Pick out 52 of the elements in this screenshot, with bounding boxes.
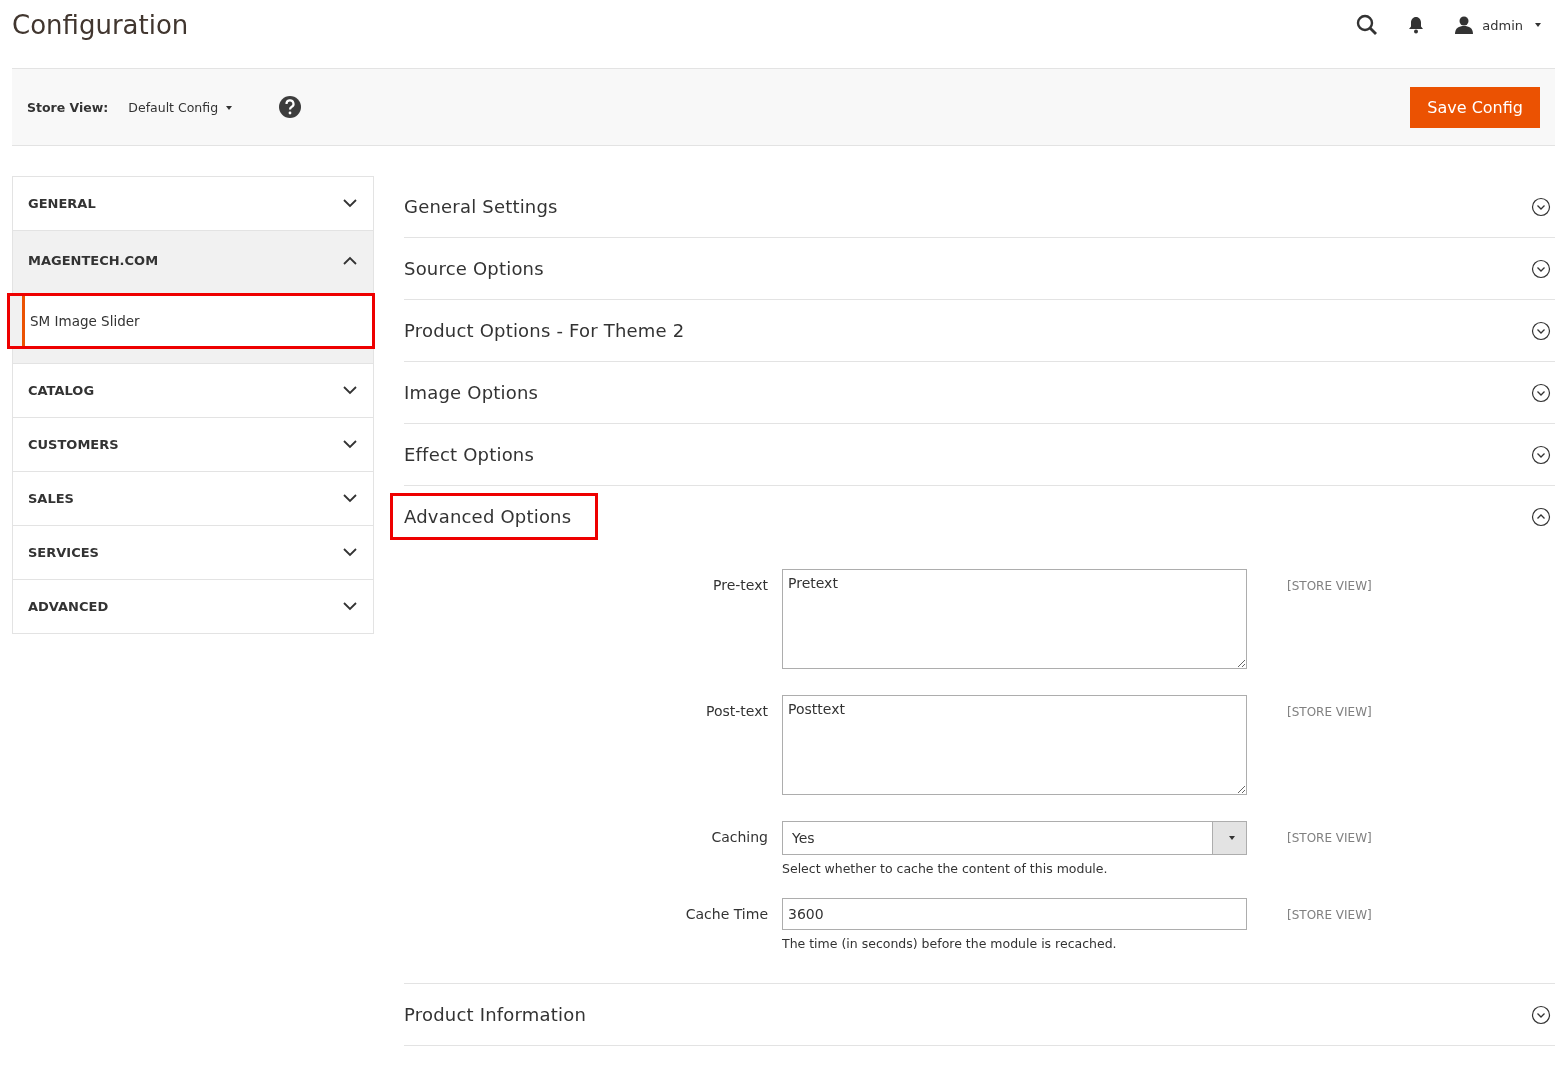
chevron-icon[interactable] [343,548,357,557]
store-view-dropdown[interactable]: Default Config [128,99,233,115]
section-title[interactable]: Product Options - For Theme 2 [390,307,712,354]
bell-icon[interactable] [1408,16,1425,34]
page-title: Configuration [12,10,189,40]
sidebar-group[interactable]: ADVANCED [13,579,373,633]
collapse-toggle-icon[interactable] [1531,506,1551,527]
chevron-icon[interactable] [343,255,357,265]
section-title[interactable]: Product Information [390,991,614,1038]
sidebar-group[interactable]: SERVICES [13,525,373,579]
chevron-icon[interactable] [343,386,357,395]
sidebar-group[interactable]: SALES [13,471,373,525]
collapse-toggle-icon[interactable] [1531,382,1551,403]
search-icon[interactable] [1356,14,1379,36]
scope-label: [STORE VIEW] [1287,907,1372,922]
collapse-toggle-icon[interactable] [1531,320,1551,341]
chevron-icon[interactable] [343,602,357,611]
scope-label: [STORE VIEW] [1287,704,1372,719]
collapse-toggle-icon[interactable] [1531,1004,1551,1025]
section-title[interactable]: Advanced Options [390,493,599,540]
field-label: Caching [710,828,769,845]
scope-label: [STORE VIEW] [1287,830,1372,845]
chevron-icon[interactable] [343,494,357,503]
collapse-toggle-icon[interactable] [1531,444,1551,465]
chevron-icon[interactable] [343,440,357,449]
help-icon[interactable] [278,95,303,119]
text-area[interactable]: Pretext [782,569,1247,669]
select-field[interactable]: Yes [782,821,1247,855]
store-view-label: Store View: [27,99,109,115]
field-note: Select whether to cache the content of this module. [782,861,1109,876]
user-menu[interactable]: admin [1454,16,1541,34]
collapse-toggle-icon[interactable] [1531,196,1551,217]
field-note: The time (in seconds) before the module is recached. [782,936,1118,951]
section-title[interactable]: Effect Options [390,431,562,478]
text-area[interactable]: Posttext [782,695,1247,795]
field-label: Cache Time [684,905,769,922]
sidebar-group[interactable]: CUSTOMERS [13,417,373,471]
sidebar-group[interactable]: MAGENTECH.COM [13,230,373,289]
scope-label: [STORE VIEW] [1287,578,1372,593]
user-icon[interactable] [1454,16,1475,34]
section-title[interactable]: Image Options [390,369,566,416]
sidebar-group[interactable]: CATALOG [13,363,373,417]
save-config-button[interactable]: Save Config [1410,86,1540,128]
section-title[interactable]: Source Options [390,245,571,292]
input-field[interactable]: 3600 [782,898,1247,930]
sidebar-group[interactable]: GENERAL [13,177,373,230]
field-label: Pre-text [712,576,769,593]
collapse-toggle-icon[interactable] [1531,258,1551,279]
field-label: Post-text [705,702,769,719]
sidebar-item[interactable]: SM Image Slider [7,293,375,349]
chevron-icon[interactable] [343,199,357,208]
section-title[interactable]: General Settings [390,183,585,230]
